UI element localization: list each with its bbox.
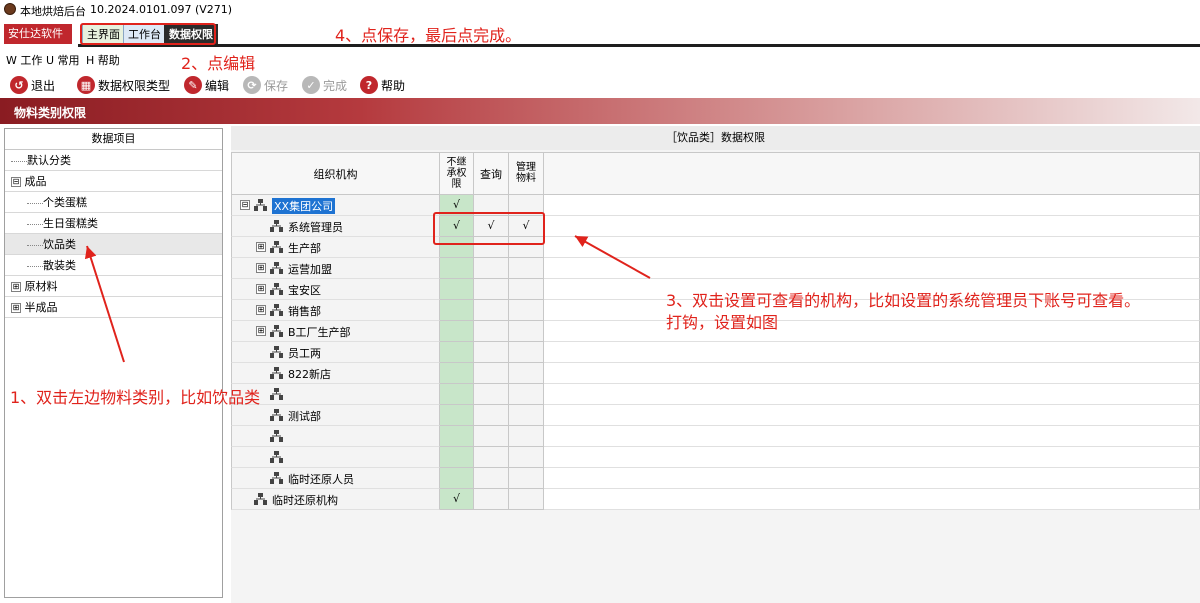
annotation-step3-line1: 3、双击设置可查看的机构，比如设置的系统管理员下账号可查看。 xyxy=(666,291,1141,310)
annotation-step1: 1、双击左边物料类别，比如饮品类 xyxy=(10,388,261,407)
arrow-step1 xyxy=(84,245,125,363)
annotation-step3-line2: 打钩，设置如图 xyxy=(666,313,779,332)
annotation-step2: 2、点编辑 xyxy=(181,54,256,73)
arrow-step3 xyxy=(574,235,651,279)
annotation-step4: 4、点保存，最后点完成。 xyxy=(335,26,522,45)
